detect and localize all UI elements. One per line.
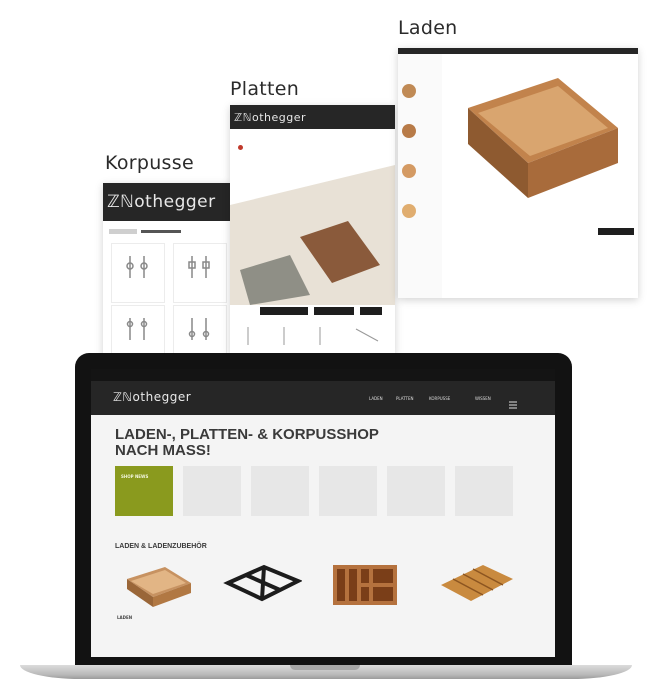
info-tile[interactable] bbox=[387, 466, 445, 516]
site-navbar: ℤℕothegger LADEN PLATTEN KORPUSSE WISSEN bbox=[91, 381, 555, 415]
wood-swatch[interactable] bbox=[402, 164, 416, 178]
board-variants-strip bbox=[247, 327, 379, 345]
filter-chip[interactable] bbox=[109, 229, 137, 234]
platten-primary-button[interactable] bbox=[260, 307, 308, 315]
drawer-frame-icon bbox=[223, 564, 302, 602]
nav-item[interactable]: PLATTEN bbox=[396, 396, 414, 401]
cutlery-tray-icon bbox=[441, 565, 513, 601]
info-tile[interactable] bbox=[455, 466, 513, 516]
hinge-icon bbox=[188, 318, 210, 340]
label-korpusse: Korpusse bbox=[105, 152, 194, 174]
platten-secondary-button[interactable] bbox=[314, 307, 354, 315]
wood-swatch[interactable] bbox=[402, 84, 416, 98]
nav-item[interactable]: KORPUSSE bbox=[429, 396, 450, 401]
nav-item[interactable]: LADEN bbox=[369, 396, 383, 401]
filter-chip-active[interactable] bbox=[141, 230, 181, 233]
laptop-notch bbox=[290, 665, 360, 670]
platten-header: ℤℕothegger bbox=[230, 105, 395, 129]
site-topbar bbox=[91, 369, 555, 381]
korpus-item[interactable] bbox=[173, 243, 227, 303]
wood-swatch[interactable] bbox=[402, 124, 416, 138]
drawer-organizer-icon bbox=[333, 565, 397, 605]
product-card[interactable]: LADEN bbox=[113, 559, 205, 639]
nav-item[interactable]: WISSEN bbox=[475, 396, 491, 401]
info-tile[interactable] bbox=[251, 466, 309, 516]
drawer-3d-preview bbox=[468, 78, 618, 198]
laptop-display: ℤℕothegger LADEN PLATTEN KORPUSSE WISSEN… bbox=[91, 369, 555, 657]
laden-screenshot bbox=[398, 48, 638, 298]
product-name: LADEN bbox=[117, 615, 133, 620]
platten-screenshot: ℤℕothegger bbox=[230, 105, 395, 355]
label-platten: Platten bbox=[230, 78, 300, 100]
korpusse-header: ℤℕothegger bbox=[103, 183, 233, 221]
info-tile[interactable] bbox=[183, 466, 241, 516]
brand-logo: ℤℕothegger bbox=[234, 110, 307, 124]
menu-icon[interactable] bbox=[509, 394, 517, 409]
section-title: LADEN & LADENZUBEHÖR bbox=[115, 543, 207, 550]
platten-tertiary-button[interactable] bbox=[360, 307, 382, 315]
hinge-icon bbox=[188, 256, 210, 278]
laden-sidebar bbox=[398, 54, 442, 298]
info-tile[interactable] bbox=[319, 466, 377, 516]
board-3d-preview bbox=[230, 165, 395, 305]
product-card[interactable] bbox=[216, 559, 308, 639]
brand-logo: ℤℕothegger bbox=[113, 390, 192, 404]
label-laden: Laden bbox=[398, 17, 458, 39]
korpusse-screenshot: ℤℕothegger bbox=[103, 183, 233, 361]
product-card[interactable] bbox=[319, 559, 411, 639]
add-to-cart-button[interactable] bbox=[598, 228, 634, 235]
brand-logo: ℤℕothegger bbox=[107, 192, 216, 212]
wooden-drawer-icon bbox=[127, 567, 191, 607]
wood-swatch[interactable] bbox=[402, 204, 416, 218]
hinge-icon bbox=[126, 318, 148, 340]
tile-shop-news[interactable]: SHOP NEWS bbox=[115, 466, 173, 516]
hero-title: LADEN-, PLATTEN- & KORPUSSHOP NACH MASS! bbox=[115, 426, 379, 459]
product-card[interactable] bbox=[429, 559, 521, 639]
status-dot-icon bbox=[238, 145, 243, 150]
hinge-icon bbox=[126, 256, 148, 278]
korpus-item[interactable] bbox=[111, 243, 165, 303]
